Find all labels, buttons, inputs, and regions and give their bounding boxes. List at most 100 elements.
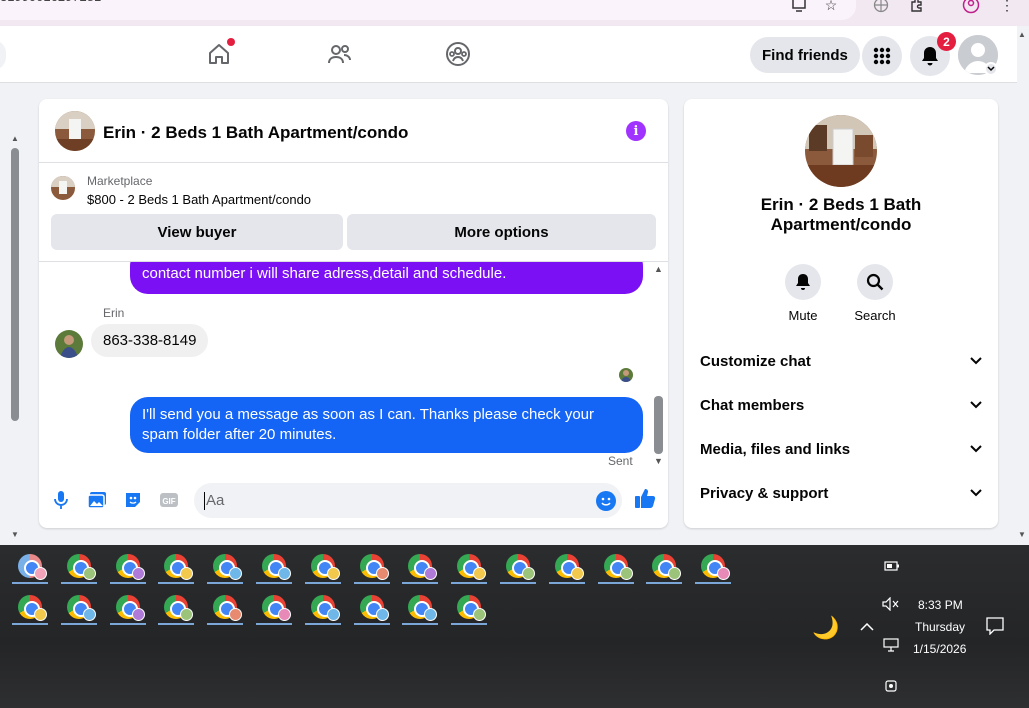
notification-center-icon[interactable] (986, 617, 1004, 638)
taskbar-chrome-window[interactable] (108, 548, 148, 584)
screen-record-icon[interactable] (884, 678, 898, 697)
taskbar-chrome-window[interactable] (10, 589, 50, 625)
listing-avatar-large[interactable] (805, 115, 877, 187)
chat-members-row[interactable]: Chat members (700, 389, 982, 421)
profile-badge-icon (180, 608, 194, 621)
incoming-message-text: 863-338-8149 (103, 332, 197, 349)
grid-menu-icon (873, 47, 891, 65)
night-light-icon[interactable]: 🌙 (812, 615, 839, 641)
chevron-down-icon (970, 489, 982, 497)
globe-icon[interactable] (872, 0, 890, 14)
taskbar-chrome-window[interactable] (254, 548, 294, 584)
taskbar-chrome-window[interactable] (10, 548, 50, 584)
cast-icon[interactable] (790, 0, 808, 14)
thumbs-up-icon[interactable] (634, 487, 656, 509)
left-scrollbar-thumb[interactable] (11, 148, 19, 421)
menu-button[interactable] (862, 36, 902, 76)
battery-icon[interactable] (884, 559, 900, 574)
message-list[interactable]: contact number i will share adress,detai… (39, 261, 668, 471)
taskbar-chrome-window[interactable] (156, 589, 196, 625)
right-scroll-down-arrow[interactable]: ▼ (1018, 530, 1026, 539)
sticker-icon[interactable] (122, 489, 144, 511)
taskbar-chrome-window[interactable] (693, 548, 733, 584)
taskbar-chrome-window[interactable] (254, 589, 294, 625)
find-friends-button[interactable]: Find friends (750, 37, 860, 73)
page-scrollbar[interactable] (1017, 26, 1029, 545)
message-scroll-up-arrow[interactable]: ▲ (654, 264, 663, 274)
address-bar[interactable]: 31990016297281 (0, 0, 856, 20)
gif-icon[interactable]: GIF (158, 489, 180, 511)
taskbar-chrome-window[interactable] (547, 548, 587, 584)
listing-title: $800 - 2 Beds 1 Bath Apartment/condo (87, 192, 312, 207)
profile-badge-icon (326, 567, 340, 580)
profile-badge-icon (473, 567, 487, 580)
network-icon[interactable] (882, 638, 900, 655)
taskbar-chrome-window[interactable] (352, 548, 392, 584)
running-indicator (60, 582, 97, 584)
taskbar-chrome-window[interactable] (156, 548, 196, 584)
customize-chat-row[interactable]: Customize chat (700, 345, 982, 377)
message-scrollbar-thumb[interactable] (654, 396, 663, 454)
url-text: 31990016297281 (0, 0, 101, 4)
left-scroll-up-arrow[interactable]: ▲ (11, 134, 19, 143)
message-scroll-down-arrow[interactable]: ▼ (654, 456, 663, 466)
more-options-button[interactable]: More options (347, 214, 656, 250)
media-files-links-row[interactable]: Media, files and links (700, 433, 982, 465)
mute-bell-icon[interactable] (785, 264, 821, 300)
taskbar-chrome-window[interactable] (400, 589, 440, 625)
info-icon[interactable]: i (626, 121, 646, 141)
taskbar-chrome-window[interactable] (303, 548, 343, 584)
running-indicator (60, 623, 97, 625)
profile-badge-icon (34, 567, 47, 580)
home-icon (209, 44, 229, 64)
search-action[interactable]: Search (845, 264, 905, 323)
home-tab[interactable] (205, 38, 235, 68)
running-indicator (646, 582, 683, 584)
bookmark-star-icon[interactable]: ☆ (822, 0, 840, 14)
volume-muted-icon[interactable] (882, 596, 900, 614)
browser-menu-icon[interactable]: ⋮ (998, 0, 1016, 14)
show-hidden-icons-chevron[interactable] (860, 619, 874, 634)
clock-date[interactable]: 1/15/2026 (913, 642, 966, 656)
sender-avatar[interactable] (55, 330, 83, 358)
outgoing-message-text: contact number i will share adress,detai… (142, 265, 507, 282)
notifications-button[interactable]: 2 (910, 32, 956, 76)
mute-action[interactable]: Mute (773, 264, 833, 323)
running-indicator (304, 582, 341, 584)
taskbar-chrome-window[interactable] (352, 589, 392, 625)
chat-title: Erin · 2 Beds 1 Bath Apartment/condo (103, 123, 409, 142)
taskbar-chrome-window[interactable] (205, 589, 245, 625)
profile-badge-icon (180, 567, 194, 580)
emoji-icon[interactable] (596, 491, 616, 511)
view-buyer-button[interactable]: View buyer (51, 214, 343, 250)
friends-tab[interactable] (325, 40, 353, 68)
taskbar-chrome-window[interactable] (449, 589, 489, 625)
right-scroll-up-arrow[interactable]: ▲ (1018, 30, 1026, 39)
search-pill[interactable] (0, 40, 6, 70)
privacy-support-label: Privacy & support (700, 484, 829, 502)
taskbar-chrome-window[interactable] (498, 548, 538, 584)
taskbar-chrome-window[interactable] (644, 548, 684, 584)
taskbar-chrome-window[interactable] (59, 589, 99, 625)
taskbar-chrome-window[interactable] (59, 548, 99, 584)
message-input[interactable]: Aa (194, 483, 622, 518)
marketplace-listing-row[interactable]: Marketplace $800 - 2 Beds 1 Bath Apartme… (39, 163, 668, 213)
search-icon[interactable] (857, 264, 893, 300)
taskbar-chrome-window[interactable] (596, 548, 636, 584)
privacy-support-row[interactable]: Privacy & support (700, 477, 982, 509)
taskbar-chrome-window[interactable] (449, 548, 489, 584)
taskbar-chrome-window[interactable] (303, 589, 343, 625)
taskbar-chrome-window[interactable] (108, 589, 148, 625)
clock-time[interactable]: 8:33 PM (918, 598, 963, 612)
listing-thumbnail[interactable] (55, 111, 95, 151)
extensions-icon[interactable] (908, 0, 926, 14)
microphone-icon[interactable] (50, 489, 72, 511)
taskbar-chrome-window[interactable] (205, 548, 245, 584)
groups-tab[interactable] (444, 40, 472, 68)
profile-icon[interactable] (962, 0, 980, 14)
account-chevron-icon[interactable] (984, 62, 998, 76)
left-scroll-down-arrow[interactable]: ▼ (11, 530, 19, 539)
clock-day[interactable]: Thursday (915, 620, 965, 634)
taskbar-chrome-window[interactable] (400, 548, 440, 584)
photo-icon[interactable] (86, 489, 108, 511)
